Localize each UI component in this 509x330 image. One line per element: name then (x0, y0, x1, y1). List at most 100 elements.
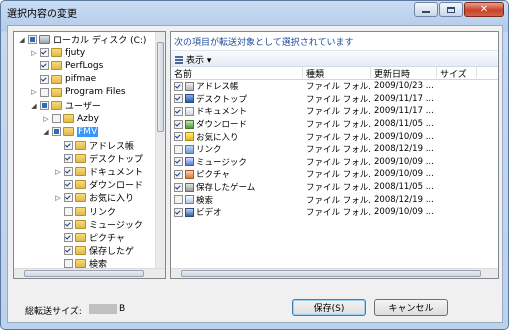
tree-item[interactable]: ▷ fjuty (30, 46, 85, 59)
tree-item[interactable]: デスクトップ (54, 152, 143, 165)
tree-item-label: ドキュメント (89, 168, 144, 178)
tree-item-checkbox[interactable] (52, 114, 61, 124)
tree-item[interactable]: ◢ FMV (42, 125, 99, 138)
tree-item[interactable]: ▷ Azby (42, 112, 99, 125)
file-list-row[interactable]: アドレス帳 ファイル フォル... 2009/10/23 ... (171, 80, 498, 93)
file-modified-date: 2008/12/19 ... (374, 194, 434, 205)
cancel-button[interactable]: キャンセル (374, 299, 448, 316)
file-name-cell: ピクチャ (174, 168, 302, 180)
file-row-checkbox[interactable] (174, 119, 183, 129)
file-row-checkbox[interactable] (174, 81, 183, 91)
tree-item[interactable]: ◢ ユーザー (30, 99, 101, 112)
column-header-date[interactable]: 更新日時 (371, 67, 437, 80)
tree-item[interactable]: ミュージック (54, 218, 143, 231)
tree-item-label: Program Files (65, 87, 126, 98)
file-name: 検索 (196, 195, 214, 206)
file-list-row[interactable]: お気に入り ファイル フォル... 2009/10/09 ... (171, 130, 498, 143)
tree-vertical-scroll-thumb[interactable] (157, 42, 164, 132)
tree-item-checkbox[interactable] (64, 219, 73, 229)
file-name: ダウンロード (196, 120, 248, 131)
tree-item-checkbox[interactable] (28, 35, 37, 44)
tree-vertical-scrollbar[interactable] (155, 32, 165, 268)
expand-toggle-icon[interactable]: ▷ (54, 168, 62, 176)
file-row-checkbox[interactable] (174, 132, 183, 142)
file-list-row[interactable]: 保存したゲーム ファイル フォル... 2008/11/05 ... (171, 181, 498, 194)
file-list-row[interactable]: ドキュメント ファイル フォル... 2009/11/17 ... (171, 105, 498, 118)
file-list-row[interactable]: ビデオ ファイル フォル... 2009/10/09 ... (171, 206, 498, 219)
tree-item[interactable]: PerfLogs (30, 59, 103, 72)
tree-item-checkbox[interactable] (64, 153, 73, 163)
tree-item-checkbox[interactable] (64, 140, 73, 150)
folder-icon (75, 206, 86, 216)
file-row-checkbox[interactable] (174, 169, 183, 179)
tree-item[interactable]: ダウンロード (54, 178, 143, 191)
tree-item[interactable]: ▷ ドキュメント (54, 165, 143, 178)
maximize-button[interactable] (439, 2, 463, 17)
tree-item-checkbox[interactable] (40, 101, 49, 110)
tree-item[interactable]: ピクチャ (54, 231, 125, 244)
expand-toggle-icon[interactable]: ◢ (30, 102, 38, 110)
file-row-checkbox[interactable] (174, 144, 183, 154)
view-menu-button[interactable]: 表示 ▾ (175, 53, 211, 66)
expand-spacer (30, 75, 38, 83)
column-header-name[interactable]: 名前 (171, 67, 303, 80)
tree-horizontal-scroll-thumb[interactable] (24, 270, 144, 277)
file-modified-date: 2008/12/19 ... (374, 144, 434, 155)
save-button[interactable]: 保存(S) (292, 299, 366, 316)
file-row-checkbox[interactable] (174, 157, 183, 167)
file-list-horizontal-scrollbar[interactable] (171, 268, 498, 278)
file-list-scroll-thumb[interactable] (181, 270, 481, 277)
title-bar[interactable]: 選択内容の変更 ✕ (1, 1, 508, 21)
tree-item[interactable]: pifmae (30, 73, 96, 86)
file-row-checkbox[interactable] (174, 106, 183, 116)
minimize-button[interactable] (414, 2, 438, 17)
link-folder-icon (185, 144, 194, 154)
file-name: リンク (196, 145, 222, 156)
file-type: ファイル フォル... (306, 82, 370, 93)
tree-item[interactable]: ▷ Program Files (30, 86, 126, 99)
file-list-row[interactable]: ミュージック ファイル フォル... 2009/10/09 ... (171, 156, 498, 169)
file-type: ファイル フォル... (306, 120, 370, 131)
tree-item[interactable]: ▷ お気に入り (54, 191, 134, 204)
tree-horizontal-scrollbar[interactable] (14, 268, 165, 278)
file-list-row[interactable]: デスクトップ ファイル フォル... 2009/11/17 ... (171, 93, 498, 106)
tree-item-checkbox[interactable] (64, 180, 73, 190)
column-header-type[interactable]: 種類 (303, 67, 371, 80)
expand-toggle-icon[interactable]: ▷ (54, 194, 62, 202)
tree-item-checkbox[interactable] (40, 48, 49, 58)
expand-toggle-icon[interactable]: ▷ (30, 49, 38, 57)
tree-item-checkbox[interactable] (64, 246, 73, 256)
file-list-row[interactable]: 検索 ファイル フォル... 2008/12/19 ... (171, 193, 498, 206)
tree-item[interactable]: リンク (54, 205, 116, 218)
file-list-row[interactable]: リンク ファイル フォル... 2008/12/19 ... (171, 143, 498, 156)
file-list-row[interactable]: ダウンロード ファイル フォル... 2008/11/05 ... (171, 118, 498, 131)
file-row-checkbox[interactable] (174, 195, 183, 205)
expand-toggle-icon[interactable]: ◢ (42, 128, 50, 136)
tree-item-checkbox[interactable] (64, 233, 73, 242)
tree-item[interactable]: 保存したゲ (54, 244, 134, 257)
folder-tree[interactable]: ◢ ローカル ディスク (C:) ▷ fjuty PerfLogs pifmae ▷ Prog… (13, 31, 166, 279)
tree-item-checkbox[interactable] (40, 74, 49, 84)
tree-item-checkbox[interactable] (52, 127, 61, 137)
tree-item-checkbox[interactable] (40, 61, 49, 71)
column-header-size[interactable]: サイズ (437, 67, 477, 80)
expand-toggle-icon[interactable]: ▷ (30, 88, 38, 96)
total-size-value-redacted (89, 304, 117, 314)
expand-toggle-icon[interactable]: ◢ (18, 36, 26, 44)
file-modified-date: 2008/11/05 ... (374, 119, 434, 130)
file-row-checkbox[interactable] (174, 182, 183, 192)
file-list-row[interactable]: ピクチャ ファイル フォル... 2009/10/09 ... (171, 168, 498, 181)
expand-toggle-icon[interactable]: ▷ (42, 115, 50, 123)
tree-item-checkbox[interactable] (64, 167, 73, 176)
tree-item-checkbox[interactable] (64, 206, 73, 216)
file-name-cell: 保存したゲーム (174, 181, 302, 193)
file-row-checkbox[interactable] (174, 94, 183, 104)
tree-item-checkbox[interactable] (64, 193, 73, 203)
tree-item[interactable]: アドレス帳 (54, 139, 134, 152)
file-modified-date: 2009/11/17 ... (374, 93, 434, 104)
close-button[interactable]: ✕ (464, 2, 504, 17)
file-name: ピクチャ (196, 170, 230, 181)
tree-item-checkbox[interactable] (40, 87, 49, 97)
tree-item[interactable]: ◢ ローカル ディスク (C:) (18, 33, 146, 46)
file-row-checkbox[interactable] (174, 207, 183, 217)
